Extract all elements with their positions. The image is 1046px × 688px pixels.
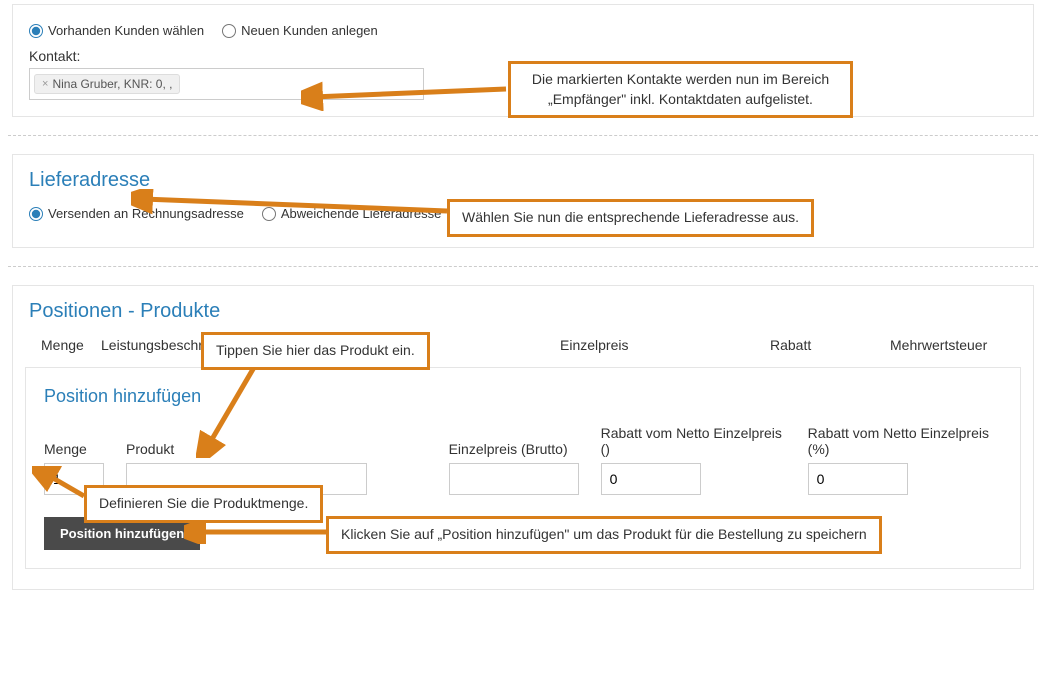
add-position-title: Position hinzufügen (44, 386, 1002, 407)
th-rabatt: Rabatt (770, 337, 890, 361)
arrow-icon (184, 520, 330, 544)
rabatt-pct-input[interactable] (808, 463, 908, 495)
ep-label: Einzelpreis (Brutto) (449, 441, 579, 457)
delivery-panel: Lieferadresse Versenden an Rechnungsadre… (12, 154, 1034, 248)
rabatt-input[interactable] (601, 463, 701, 495)
separator (8, 266, 1038, 267)
callout-add-btn: Klicken Sie auf „Position hinzufügen" um… (326, 516, 882, 554)
radio-new-customer[interactable]: Neuen Kunden anlegen (222, 23, 378, 38)
callout-qty-text: Definieren Sie die Produktmenge. (99, 495, 308, 511)
radio-new-label: Neuen Kunden anlegen (241, 23, 378, 38)
customer-radio-row: Vorhanden Kunden wählen Neuen Kunden anl… (29, 23, 1017, 38)
radio-other-input[interactable] (262, 207, 276, 221)
callout-product-text: Tippen Sie hier das Produkt ein. (216, 342, 415, 358)
col-rabatt-pct: Rabatt vom Netto Einzelpreis (%) (808, 425, 1002, 495)
radio-existing-input[interactable] (29, 24, 43, 38)
callout-contacts: Die markierten Kontakte werden nun im Be… (508, 61, 853, 118)
radio-existing-customer[interactable]: Vorhanden Kunden wählen (29, 23, 204, 38)
menge-label: Menge (44, 441, 104, 457)
th-einzelpreis: Einzelpreis (560, 337, 770, 361)
einzelpreis-input[interactable] (449, 463, 579, 495)
contact-tag-text: Nina Gruber, KNR: 0, , (52, 77, 172, 91)
positions-panel: Positionen - Produkte Menge Leistungsbes… (12, 285, 1034, 590)
radio-billing-address[interactable]: Versenden an Rechnungsadresse (29, 206, 244, 221)
rabatt-label: Rabatt vom Netto Einzelpreis () (601, 425, 786, 457)
callout-delivery-text: Wählen Sie nun die entsprechende Liefera… (462, 209, 799, 225)
radio-other-address[interactable]: Abweichende Lieferadresse (262, 206, 441, 221)
positions-table-header: Menge Leistungsbeschreibung Einzelpreis … (25, 337, 1021, 361)
radio-other-label: Abweichende Lieferadresse (281, 206, 441, 221)
contact-input[interactable]: × Nina Gruber, KNR: 0, , (29, 68, 424, 100)
positions-title: Positionen - Produkte (13, 300, 1033, 323)
callout-product: Tippen Sie hier das Produkt ein. (201, 332, 430, 370)
radio-billing-input[interactable] (29, 207, 43, 221)
col-rabatt: Rabatt vom Netto Einzelpreis () (601, 425, 786, 495)
rabatt-pct-label: Rabatt vom Netto Einzelpreis (%) (808, 425, 1002, 457)
callout-contacts-line1: Die markierten Kontakte werden nun im Be… (523, 70, 838, 90)
callout-delivery: Wählen Sie nun die entsprechende Liefera… (447, 199, 814, 237)
radio-new-input[interactable] (222, 24, 236, 38)
radio-existing-label: Vorhanden Kunden wählen (48, 23, 204, 38)
radio-billing-label: Versenden an Rechnungsadresse (48, 206, 244, 221)
separator (8, 135, 1038, 136)
th-menge: Menge (41, 337, 101, 361)
tag-remove-icon[interactable]: × (42, 78, 48, 90)
th-mwst: Mehrwertsteuer (890, 337, 1005, 361)
callout-contacts-line2: „Empfänger" inkl. Kontaktdaten aufgelist… (523, 90, 838, 110)
add-position-panel: Position hinzufügen Menge Produkt Einzel… (25, 367, 1021, 569)
recipient-panel: Vorhanden Kunden wählen Neuen Kunden anl… (12, 4, 1034, 117)
delivery-title: Lieferadresse (29, 169, 1017, 192)
callout-qty: Definieren Sie die Produktmenge. (84, 485, 323, 523)
callout-add-btn-text: Klicken Sie auf „Position hinzufügen" um… (341, 526, 867, 542)
contact-tag[interactable]: × Nina Gruber, KNR: 0, , (34, 74, 180, 94)
produkt-label: Produkt (126, 441, 367, 457)
col-einzelpreis: Einzelpreis (Brutto) (449, 441, 579, 495)
